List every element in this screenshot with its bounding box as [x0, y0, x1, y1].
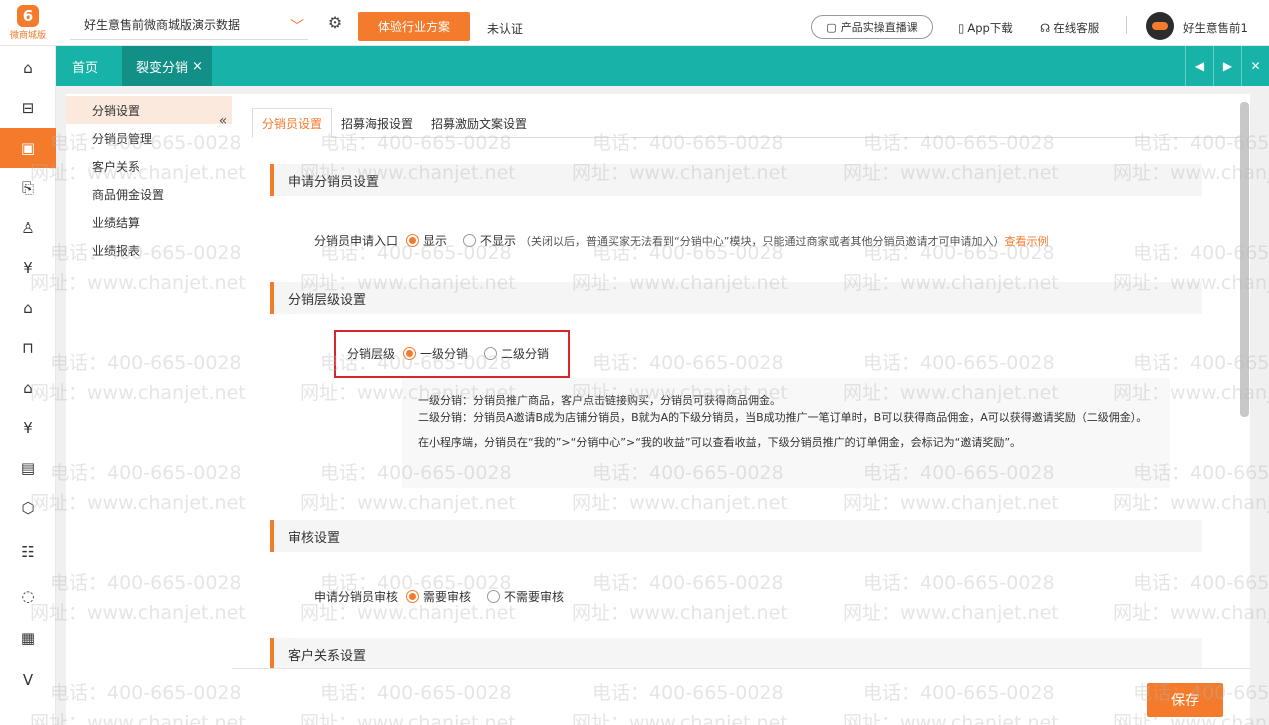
audit-no-label: 不需要审核	[504, 590, 565, 604]
audit-need-label: 需要审核	[423, 590, 472, 604]
level-two-radio[interactable]: 二级分销	[484, 345, 549, 362]
marketing-icon[interactable]: ▣	[0, 128, 56, 168]
level-one-radio[interactable]: 一级分销	[403, 345, 468, 362]
tab-incentive-copy-settings[interactable]: 招募激励文案设置	[422, 108, 536, 138]
store-select[interactable]: 好生意售前微商城版演示数据 ﹀	[70, 10, 308, 40]
level-two-label: 二级分销	[501, 347, 550, 361]
username[interactable]: 好生意售前1	[1183, 20, 1248, 36]
top-header: 6 微商城版 好生意售前微商城版演示数据 ﹀ ⚙ 体验行业方案 未认证 ▢ 产品…	[0, 0, 1269, 46]
phone-icon: ▯	[958, 21, 965, 35]
radio-unchecked-icon	[487, 590, 501, 603]
auth-status[interactable]: 未认证	[487, 20, 523, 37]
logo-text: 微商城版	[9, 31, 46, 41]
user-icon[interactable]: ♙	[0, 208, 56, 248]
avatar[interactable]	[1146, 12, 1174, 40]
tab-home-label: 首页	[71, 60, 98, 76]
tab-fission-distribution[interactable]: 裂变分销 ×	[122, 46, 212, 86]
section-customer-title: 客户关系设置	[270, 638, 1202, 670]
shop-icon[interactable]: ⌂	[0, 288, 56, 328]
radio-checked-icon	[403, 347, 417, 360]
main-content: 分销员设置 招募海报设置 招募激励文案设置 申请分销员设置 分销员申请入口 显示…	[232, 94, 1250, 725]
store-name: 好生意售前微商城版演示数据	[84, 18, 241, 32]
level-one-label: 一级分销	[420, 347, 469, 361]
note-level-one: 一级分销：分销员推广商品，客户点击链接购买，分销员可获得商品佣金。	[418, 394, 781, 407]
note-level-two: 二级分销：分销员A邀请B成为店铺分销员，B就为A的下级分销员，当B成功推广一笔订…	[418, 411, 1148, 424]
sub-item-settlement[interactable]: 业绩结算	[66, 208, 232, 236]
tab-current-label: 裂变分销	[136, 60, 189, 76]
finance-icon[interactable]: ¥	[0, 248, 56, 288]
inner-tabs: 分销员设置 招募海报设置 招募激励文案设置	[252, 108, 536, 138]
level-row: 分销层级 一级分销 二级分销	[347, 345, 565, 362]
app-download-link[interactable]: ▯ App下载	[958, 20, 1013, 36]
news-icon[interactable]: ▦	[0, 618, 56, 658]
chevron-down-icon: ﹀	[290, 19, 304, 35]
audit-label: 申请分销员审核	[314, 590, 399, 604]
headset-icon: ☊	[1040, 21, 1051, 35]
coupon-icon[interactable]: ⎘	[0, 168, 56, 208]
sub-item-commission-settings[interactable]: 商品佣金设置	[66, 180, 232, 208]
apply-hide-label: 不显示	[480, 234, 517, 248]
section-level-title: 分销层级设置	[270, 282, 1202, 314]
footer-bar: 保存	[232, 668, 1250, 725]
audit-no-radio[interactable]: 不需要审核	[487, 588, 564, 605]
tv-icon: ▢	[826, 20, 837, 34]
collapse-menu-icon[interactable]: «	[214, 112, 232, 130]
sub-item-distributor-management[interactable]: 分销员管理	[66, 124, 232, 152]
sub-item-reports[interactable]: 业绩报表	[66, 236, 232, 264]
radio-checked-icon	[406, 590, 420, 603]
live-course-label: 产品实操直播课	[840, 21, 918, 34]
logo[interactable]: 6 微商城版	[0, 0, 56, 46]
audit-need-radio[interactable]: 需要审核	[406, 588, 471, 605]
tab-prev-icon[interactable]: ◀	[1185, 46, 1213, 86]
bag-icon[interactable]: ⊓	[0, 328, 56, 368]
apply-show-radio[interactable]: 显示	[406, 232, 447, 249]
tab-distributor-settings[interactable]: 分销员设置	[252, 108, 333, 138]
loading-icon[interactable]: ◌	[0, 576, 56, 616]
section-audit-title: 审核设置	[270, 520, 1202, 552]
page-tab-bar: 首页 裂变分销 × ◀ ▶ ✕	[56, 46, 1269, 86]
apply-hint: （关闭以后，普通买家无法看到“分销中心”模块，只能通过商家或者其他分销员邀请才可…	[520, 234, 1005, 248]
logo-mark: 6	[17, 5, 39, 27]
online-service-label: 在线客服	[1053, 21, 1100, 35]
live-course-button[interactable]: ▢ 产品实操直播课	[811, 15, 933, 39]
view-example-link[interactable]: 查看示例	[1004, 233, 1048, 249]
close-icon[interactable]: ×	[192, 59, 203, 74]
audit-row: 申请分销员审核 需要审核 不需要审核	[314, 588, 580, 605]
online-service-link[interactable]: ☊ 在线客服	[1040, 20, 1099, 36]
radio-checked-icon	[406, 234, 420, 247]
clipboard-icon[interactable]: ▤	[0, 448, 56, 488]
apply-entry-label: 分销员申请入口	[314, 234, 399, 248]
sub-item-customer-relations[interactable]: 客户关系	[66, 152, 232, 180]
sub-item-distribution-settings[interactable]: 分销设置	[66, 96, 232, 124]
header-divider	[1126, 16, 1127, 34]
card-icon[interactable]: ☷	[0, 532, 56, 572]
content-scrollbar[interactable]	[1240, 102, 1249, 417]
level-explanation-note: 一级分销：分销员推广商品，客户点击链接购买，分销员可获得商品佣金。 二级分销：分…	[402, 378, 1170, 488]
app-download-label: App下载	[967, 21, 1013, 35]
sub-menu: 分销设置 分销员管理 客户关系 商品佣金设置 业绩结算 业绩报表	[66, 94, 232, 725]
apply-entry-row: 分销员申请入口 显示 不显示 （关闭以后，普通买家无法看到“分销中心”模块，只能…	[314, 232, 1048, 249]
store-icon[interactable]: ⊟	[0, 88, 56, 128]
vip-icon[interactable]: V	[0, 660, 56, 700]
radio-unchecked-icon	[463, 234, 477, 247]
main-nav-rail: ⌂ ⊟ ▣ ⎘ ♙ ¥ ⌂ ⊓ ⌂ ¥ ▤ ⬡ ☷ ◌ ▦ V	[0, 46, 56, 725]
level-label: 分销层级	[347, 347, 396, 361]
section-apply-title: 申请分销员设置	[270, 164, 1202, 196]
tab-close-all-icon[interactable]: ✕	[1241, 46, 1269, 86]
money-icon[interactable]: ¥	[0, 408, 56, 448]
save-button[interactable]: 保存	[1147, 683, 1223, 717]
tab-poster-settings[interactable]: 招募海报设置	[332, 108, 422, 138]
note-mini-program: 在小程序端，分销员在“我的”>“分销中心”>“我的收益”可以查看收益，下级分销员…	[418, 436, 1022, 449]
apply-hide-radio[interactable]: 不显示	[463, 232, 516, 249]
tab-next-icon[interactable]: ▶	[1213, 46, 1241, 86]
gear-icon[interactable]: ⚙	[326, 14, 344, 32]
tab-home[interactable]: 首页	[56, 46, 114, 86]
trial-solution-button[interactable]: 体验行业方案	[358, 12, 470, 41]
radio-unchecked-icon	[484, 347, 498, 360]
warehouse-icon[interactable]: ⌂	[0, 368, 56, 408]
home-icon[interactable]: ⌂	[0, 48, 56, 88]
box-icon[interactable]: ⬡	[0, 488, 56, 528]
apply-show-label: 显示	[423, 234, 448, 248]
